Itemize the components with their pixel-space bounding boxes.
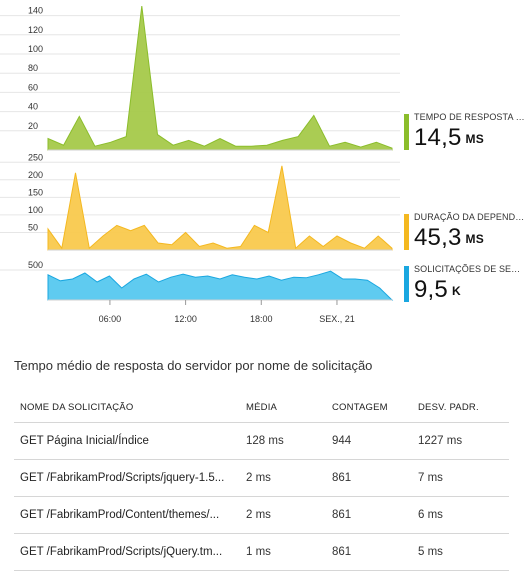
legend-response-time[interactable]: TEMPO DE RESPOSTA DO... 14,5 MS xyxy=(404,112,529,152)
legend-color-bar xyxy=(404,214,409,250)
legend-value: 9,5 K xyxy=(414,276,461,303)
cell-stddev: 1227 ms xyxy=(412,422,509,460)
series-area-0 xyxy=(47,5,393,151)
y-tick-label: 500 xyxy=(28,260,43,270)
y-tick-label: 100 xyxy=(28,205,43,215)
legend-label: TEMPO DE RESPOSTA DO... xyxy=(414,112,526,122)
requests-table: NOME DA SOLICITAÇÃO MÉDIA CONTAGEM DESV.… xyxy=(14,392,509,571)
x-tick-label: 06:00 xyxy=(99,314,122,324)
column-header-average[interactable]: MÉDIA xyxy=(240,392,326,423)
table-row[interactable]: GET Página Inicial/Índice 128 ms 944 122… xyxy=(14,422,509,460)
table-header-row: NOME DA SOLICITAÇÃO MÉDIA CONTAGEM DESV.… xyxy=(14,392,509,423)
cell-average: 2 ms xyxy=(240,496,326,534)
cell-count: 944 xyxy=(326,422,412,460)
y-tick-label: 200 xyxy=(28,170,43,180)
legend-value: 45,3 MS xyxy=(414,224,484,251)
cell-request-name[interactable]: GET /FabrikamProd/Scripts/jQuery.tm... xyxy=(14,533,240,571)
cell-stddev: 6 ms xyxy=(412,496,509,534)
y-tick-label: 120 xyxy=(28,25,43,35)
cell-stddev: 5 ms xyxy=(412,533,509,571)
y-tick-label: 60 xyxy=(28,82,38,92)
metrics-charts: 20 40 60 80 100 120 140 50 100 150 200 250 500 06:00 1… xyxy=(0,5,400,324)
cell-request-name[interactable]: GET Página Inicial/Índice xyxy=(14,422,240,460)
column-header-stddev[interactable]: DESV. PADR. xyxy=(412,392,509,423)
y-tick-label: 150 xyxy=(28,187,43,197)
cell-average: 1 ms xyxy=(240,533,326,571)
series-area-2 xyxy=(47,270,394,301)
table-row[interactable]: GET /FabrikamProd/Scripts/jquery-1.5... … xyxy=(14,459,509,497)
legend-color-bar xyxy=(404,266,409,302)
cell-request-name[interactable]: GET /FabrikamProd/Content/themes/... xyxy=(14,496,240,534)
cell-average: 128 ms xyxy=(240,422,326,460)
table-row[interactable]: GET /FabrikamProd/Content/themes/... 2 m… xyxy=(14,496,509,534)
table-title: Tempo médio de resposta do servidor por … xyxy=(14,358,373,373)
series-area-1 xyxy=(47,165,393,251)
x-tick-label: 12:00 xyxy=(174,314,197,324)
y-tick-label: 50 xyxy=(28,222,38,232)
cell-average: 2 ms xyxy=(240,459,326,497)
column-header-name[interactable]: NOME DA SOLICITAÇÃO xyxy=(14,392,240,423)
legend-dependency-duration[interactable]: DURAÇÃO DA DEPENDÊ... 45,3 MS xyxy=(404,212,529,252)
x-tick-label: SEX., 21 xyxy=(319,314,355,324)
y-tick-label: 80 xyxy=(28,63,38,73)
cell-count: 861 xyxy=(326,496,412,534)
table-row[interactable]: GET /FabrikamProd/Scripts/jQuery.tm... 1… xyxy=(14,533,509,571)
legend-color-bar xyxy=(404,114,409,150)
column-header-count[interactable]: CONTAGEM xyxy=(326,392,412,423)
y-tick-label: 250 xyxy=(28,152,43,162)
y-tick-label: 40 xyxy=(28,102,38,112)
cell-count: 861 xyxy=(326,459,412,497)
legend-label: SOLICITAÇÕES DE SERVI... xyxy=(414,264,526,274)
y-tick-label: 20 xyxy=(28,121,38,131)
cell-stddev: 7 ms xyxy=(412,459,509,497)
cell-request-name[interactable]: GET /FabrikamProd/Scripts/jquery-1.5... xyxy=(14,459,240,497)
x-tick-label: 18:00 xyxy=(250,314,273,324)
y-tick-label: 100 xyxy=(28,44,43,54)
y-tick-label: 140 xyxy=(28,6,43,16)
legend-server-requests[interactable]: SOLICITAÇÕES DE SERVI... 9,5 K xyxy=(404,264,529,304)
legend-value: 14,5 MS xyxy=(414,124,484,151)
cell-count: 861 xyxy=(326,533,412,571)
legend-label: DURAÇÃO DA DEPENDÊ... xyxy=(414,212,526,222)
